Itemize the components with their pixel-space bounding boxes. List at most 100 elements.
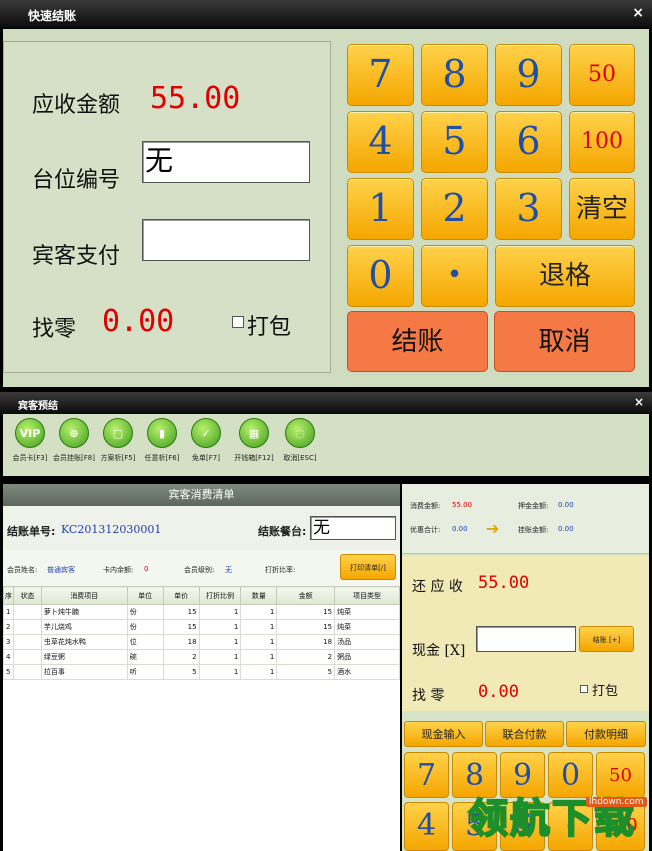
close-icon[interactable]: × [632, 5, 644, 21]
key-50[interactable]: 50 [569, 44, 635, 106]
member-level-label: 会员级别: [184, 566, 215, 574]
key-100[interactable]: 100 [569, 111, 635, 173]
table-row[interactable]: 3 虫草花炖水鸭位 18 1 1 18 汤品 [3, 634, 400, 650]
vip-card-icon: VIP [15, 418, 45, 448]
table-row[interactable]: 2 芋儿烧鸡份 15 1 1 15 炖菜 [3, 619, 400, 635]
tab-cash-input[interactable]: 现金输入 [404, 721, 483, 747]
watermark-site: lhdown.com [586, 797, 647, 807]
cash-label: 现金 [X] [412, 643, 466, 659]
arrow-right-icon: ➔ [486, 519, 500, 538]
member-name-label: 会员姓名: [7, 566, 38, 574]
cell-price: 5 [162, 664, 200, 680]
toolbar-label: 取消[ESC] [283, 454, 317, 462]
guest-payment-field[interactable] [142, 219, 310, 261]
cell-index: 1 [3, 604, 14, 620]
consume-amount-value: 55.00 [452, 501, 473, 509]
still-receivable-label: 还 应 收 [412, 579, 463, 595]
pay-pack-checkbox[interactable] [580, 685, 588, 693]
column-header[interactable]: 消费项目 [40, 586, 128, 605]
cell-status [12, 649, 42, 665]
cancel-button[interactable]: 取消 [494, 311, 635, 372]
consume-amount-label: 消费金额: [410, 502, 441, 510]
tab-payment-details[interactable]: 付款明细 [566, 721, 646, 747]
pack-checkbox[interactable] [232, 316, 244, 328]
pay-checkout-button[interactable]: 结账 [+] [579, 626, 634, 652]
close-icon[interactable]: × [634, 395, 644, 409]
key-7[interactable]: 7 [347, 44, 414, 106]
plan-discount-icon: ▢ [103, 418, 133, 448]
cell-unit: 碗 [126, 649, 164, 665]
key-6[interactable]: 6 [495, 111, 562, 173]
cell-index: 2 [3, 619, 14, 635]
checkout-info-panel: 应收金额 55.00 台位编号 无 宾客支付 找零 0.00 打包 [3, 41, 331, 373]
cell-type: 汤品 [334, 634, 400, 650]
card-balance-label: 卡内余额: [103, 566, 134, 574]
watermark-logo: 领航下载 [467, 795, 636, 843]
change-label: 找零 [32, 317, 77, 342]
cash-input[interactable] [476, 626, 576, 652]
cell-index: 3 [3, 634, 14, 650]
key-9[interactable]: 9 [495, 44, 562, 106]
cell-quantity: 1 [240, 634, 278, 650]
table-number-field[interactable]: 无 [142, 141, 310, 183]
cash-drawer-icon: ▦ [239, 418, 269, 448]
key-4[interactable]: 4 [347, 111, 414, 173]
amount-summary: 消费金额: 55.00 押金金额: 0.00 优惠合计: 0.00 ➔ 挂账金额… [402, 484, 649, 554]
cell-unit: 份 [126, 619, 164, 635]
backspace-button[interactable]: 退格 [495, 245, 635, 307]
deposit-amount-value: 0.00 [558, 501, 574, 509]
discount-total-label: 优惠合计: [410, 526, 441, 534]
column-header[interactable]: 项目类型 [334, 586, 400, 605]
key-2[interactable]: 2 [421, 178, 488, 240]
cell-index: 5 [3, 664, 14, 680]
consumption-table: 序 状态 消费项目 单位 单价 打折比例 数量 金额 项目类型 1 萝卜炖牛腩份 1… [3, 586, 400, 680]
cell-amount: 15 [276, 604, 336, 620]
cancel-icon: ◌ [285, 418, 315, 448]
key-decimal[interactable]: • [421, 245, 488, 307]
column-header[interactable]: 打折比例 [198, 586, 242, 605]
pay-change-label: 找 零 [412, 688, 445, 704]
table-row[interactable]: 5 拉百事听 5 1 1 5 酒水 [3, 664, 400, 680]
table-number-label: 台位编号 [32, 168, 121, 193]
key-5[interactable]: 5 [421, 111, 488, 173]
toolbar-cancel-button[interactable]: ◌ 取消[ESC] [277, 418, 323, 463]
tab-joint-payment[interactable]: 联合付款 [485, 721, 564, 747]
cell-unit: 份 [126, 604, 164, 620]
bill-no-value: KC201312030001 [61, 523, 162, 536]
free-order-button[interactable]: ✓ 免单[F7] [183, 418, 229, 463]
table-header-row: 序 状态 消费项目 单位 单价 打折比例 数量 金额 项目类型 [3, 586, 400, 605]
pay-pack-label: 打包 [592, 684, 619, 699]
cell-discount: 1 [198, 664, 242, 680]
bill-info: 结账单号: KC201312030001 结账餐台: 无 [3, 506, 400, 550]
key-3[interactable]: 3 [495, 178, 562, 240]
column-header[interactable]: 单位 [126, 586, 164, 605]
column-header[interactable]: 单价 [162, 586, 200, 605]
cell-amount: 15 [276, 619, 336, 635]
table-row[interactable]: 4 绿豆粥碗 2 1 1 2 粥品 [3, 649, 400, 665]
guest-payment-label: 宾客支付 [32, 244, 121, 269]
print-list-button[interactable]: 打印清单[/] [340, 554, 396, 580]
checkout-button[interactable]: 结账 [347, 311, 488, 372]
cell-discount: 1 [198, 634, 242, 650]
cell-price: 18 [162, 634, 200, 650]
member-info-bar: 会员姓名: 普通宾客 卡内余额: 0 会员级别: 无 打折比率: 打印清单[/] [3, 550, 400, 586]
table-row[interactable]: 1 萝卜炖牛腩份 15 1 1 15 炖菜 [3, 604, 400, 620]
cell-item: 绿豆粥 [40, 649, 128, 665]
key-1[interactable]: 1 [347, 178, 414, 240]
key-0[interactable]: 0 [347, 245, 414, 307]
keypad-key-7[interactable]: 7 [404, 752, 449, 798]
cell-status [12, 664, 42, 680]
key-8[interactable]: 8 [421, 44, 488, 106]
cell-index: 4 [3, 649, 14, 665]
checkout-table-field[interactable]: 无 [310, 516, 396, 540]
column-header[interactable]: 金额 [276, 586, 336, 605]
cell-item: 虫草花炖水鸭 [40, 634, 128, 650]
clear-button[interactable]: 清空 [569, 178, 635, 240]
window-title: 快速结账 [28, 9, 77, 23]
column-header[interactable]: 数量 [240, 586, 278, 605]
column-header[interactable]: 序 [3, 586, 14, 605]
cell-quantity: 1 [240, 664, 278, 680]
column-header[interactable]: 状态 [12, 586, 42, 605]
keypad-key-4[interactable]: 4 [404, 802, 449, 851]
cell-type: 粥品 [334, 649, 400, 665]
